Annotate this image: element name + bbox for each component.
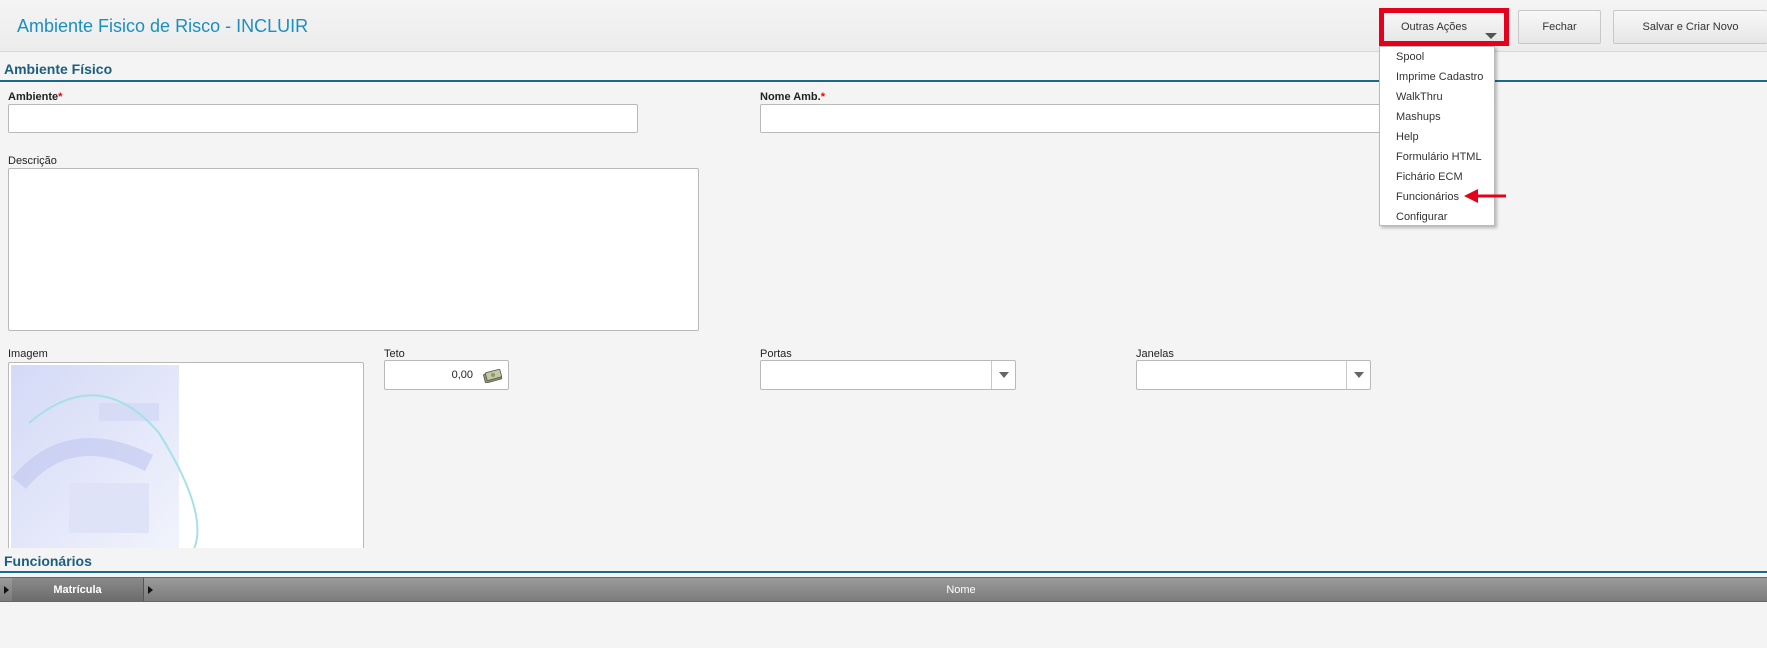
menu-item-funcionarios[interactable]: Funcionários (1396, 191, 1459, 203)
ambiente-input[interactable] (8, 104, 638, 133)
teto-value: 0,00 (451, 369, 473, 381)
money-icon[interactable] (483, 367, 503, 383)
section-divider (0, 80, 1767, 82)
janelas-label: Janelas (1136, 348, 1174, 360)
teto-label: Teto (384, 348, 405, 360)
outras-acoes-label: Outras Ações (1401, 21, 1468, 33)
menu-item-imprime-cadastro[interactable]: Imprime Cadastro (1396, 71, 1483, 83)
column-header-nome[interactable]: Nome (155, 578, 1767, 601)
ambiente-label: Ambiente* (8, 91, 62, 103)
column-header-matricula[interactable]: Matrícula (12, 578, 144, 601)
imagem-label: Imagem (8, 348, 48, 360)
chevron-down-icon[interactable] (991, 361, 1015, 389)
menu-item-help[interactable]: Help (1396, 131, 1419, 143)
section-divider (0, 571, 1767, 573)
teto-input[interactable]: 0,00 (384, 360, 509, 390)
portas-select[interactable] (760, 360, 1016, 390)
salvar-criar-novo-button[interactable]: Salvar e Criar Novo (1613, 10, 1767, 44)
nome-amb-label-text: Nome Amb. (760, 91, 821, 103)
required-mark: * (58, 91, 63, 103)
menu-item-walkthru[interactable]: WalkThru (1396, 91, 1443, 103)
row-indicator-icon (4, 586, 9, 594)
placeholder-logo-image (11, 365, 199, 548)
funcionarios-grid-header: Matrícula Nome (0, 577, 1767, 602)
nome-amb-label: Nome Amb.* (760, 91, 825, 103)
menu-item-configurar[interactable]: Configurar (1396, 211, 1447, 223)
header-bar: Ambiente Fisico de Risco - INCLUIR Outra… (0, 0, 1767, 52)
descricao-textarea[interactable] (8, 168, 699, 331)
portas-label: Portas (760, 348, 792, 360)
chevron-down-icon (1485, 33, 1497, 39)
section-title-funcionarios: Funcionários (4, 553, 92, 569)
annotation-arrow-icon (1464, 189, 1506, 203)
janelas-select[interactable] (1136, 360, 1371, 390)
imagem-picture[interactable] (8, 362, 364, 548)
section-title-ambiente-fisico: Ambiente Físico (4, 61, 113, 77)
column-matricula-label: Matrícula (53, 583, 102, 596)
menu-item-spool[interactable]: Spool (1396, 51, 1424, 63)
page-title: Ambiente Fisico de Risco - INCLUIR (17, 16, 309, 36)
fechar-button[interactable]: Fechar (1518, 10, 1601, 44)
chevron-down-icon[interactable] (1346, 361, 1370, 389)
funcionarios-grid-body (0, 602, 1767, 648)
nome-amb-input[interactable] (760, 104, 1382, 133)
menu-item-fichario-ecm[interactable]: Fichário ECM (1396, 171, 1463, 183)
outras-acoes-button[interactable]: Outras Ações (1382, 10, 1506, 44)
column-expand-icon[interactable] (148, 586, 153, 594)
descricao-label: Descrição (8, 155, 57, 167)
ambiente-label-text: Ambiente (8, 91, 59, 103)
menu-item-mashups[interactable]: Mashups (1396, 111, 1441, 123)
required-mark: * (820, 91, 825, 103)
menu-item-formulario-html[interactable]: Formulário HTML (1396, 151, 1482, 163)
